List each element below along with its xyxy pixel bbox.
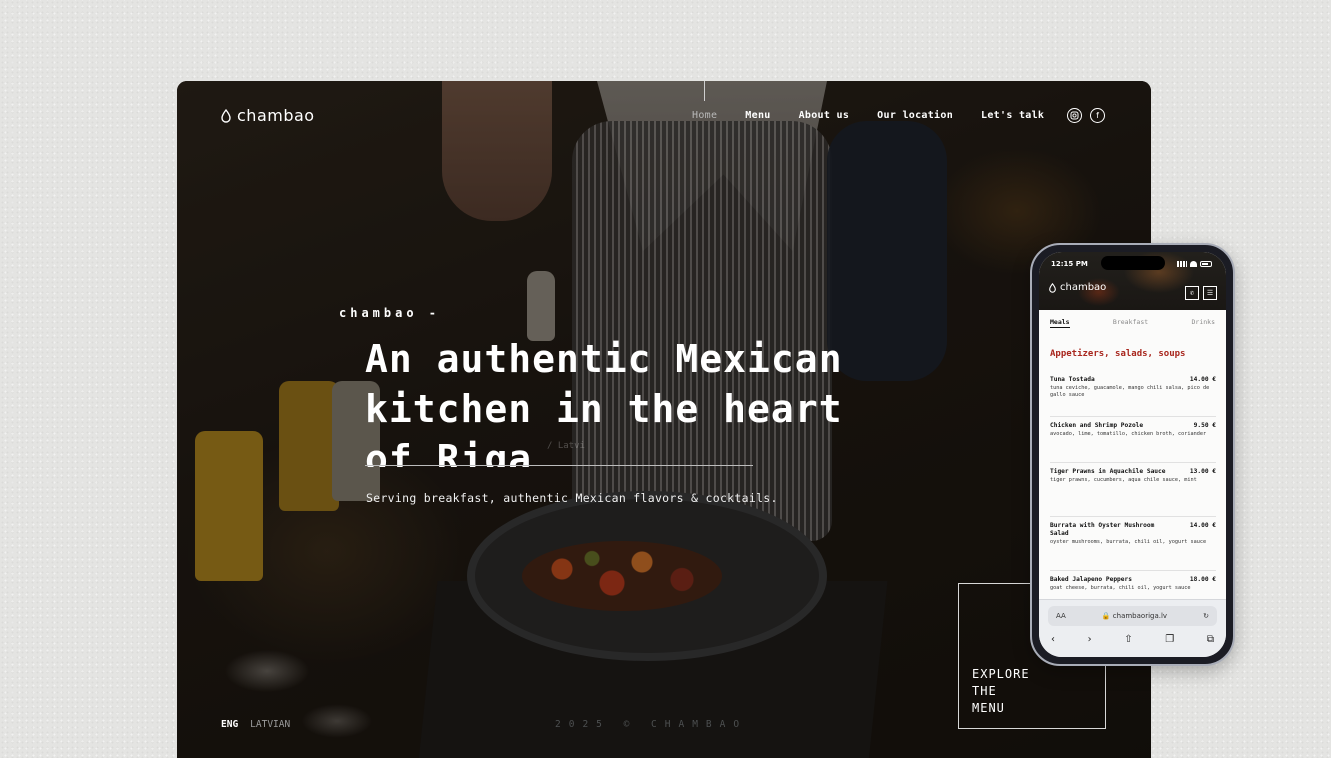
copyright: 2025 © CHAMBAO xyxy=(555,719,748,730)
phone-logo[interactable]: chambao xyxy=(1049,282,1106,293)
item-description: avocado, lime, tomatillo, chicken broth,… xyxy=(1050,431,1207,437)
url-display: 🔒 chambaoriga.lv xyxy=(1101,612,1168,620)
hero-eyebrow: chambao - xyxy=(339,306,441,320)
nav-divider xyxy=(704,81,705,101)
forward-icon[interactable]: › xyxy=(1088,634,1092,645)
item-description: oyster mushrooms, burrata, chili oil, yo… xyxy=(1050,539,1207,545)
social-links: f xyxy=(1067,108,1105,123)
drop-icon xyxy=(1049,282,1056,293)
menu-item[interactable]: Tiger Prawns in Aquachile Sauce 13.00 € t… xyxy=(1050,468,1216,517)
phone-screen: 12:15 PM chambao ✆ ☰ Meals Breakfast Dri… xyxy=(1039,252,1226,657)
hero-headline: An authentic Mexican kitchen in the hear… xyxy=(365,337,843,467)
phone-status-bar: 12:15 PM xyxy=(1039,252,1226,274)
desktop-website: chambao Home Menu About us Our location … xyxy=(177,81,1151,758)
bookmarks-icon[interactable]: ❐ xyxy=(1165,634,1174,645)
item-price: 14.00 € xyxy=(1189,522,1216,529)
phone-logo-text: chambao xyxy=(1060,282,1107,293)
battery-icon xyxy=(1200,261,1212,267)
item-name: Tiger Prawns in Aquachile Sauce xyxy=(1050,468,1166,475)
item-description: tuna ceviche, guacamole, mango chili sal… xyxy=(1050,385,1210,398)
drop-icon xyxy=(221,108,231,123)
address-bar[interactable]: AA 🔒 chambaoriga.lv ↻ xyxy=(1048,606,1217,626)
hamburger-menu-icon[interactable]: ☰ xyxy=(1203,286,1217,300)
headline-underline xyxy=(365,465,753,466)
tab-breakfast[interactable]: Breakfast xyxy=(1113,318,1148,328)
menu-list: Tuna Tostada 14.00 € tuna ceviche, guacam… xyxy=(1050,376,1216,601)
main-nav: Home Menu About us Our location Let's ta… xyxy=(692,110,1072,121)
explore-line-1: EXPLORE xyxy=(972,667,1030,681)
hero-subtitle: Serving breakfast, authentic Mexican fla… xyxy=(366,491,778,505)
nav-home[interactable]: Home xyxy=(692,110,717,121)
safari-nav-bar: ‹ › ⇧ ❐ ⧉ xyxy=(1051,634,1214,645)
menu-item[interactable]: Tuna Tostada 14.00 € tuna ceviche, guacam… xyxy=(1050,376,1216,417)
reload-icon[interactable]: ↻ xyxy=(1203,612,1209,620)
instagram-icon[interactable] xyxy=(1067,108,1082,123)
safari-toolbar: AA 🔒 chambaoriga.lv ↻ ‹ › ⇧ ❐ ⧉ xyxy=(1039,599,1226,657)
status-time: 12:15 PM xyxy=(1051,260,1088,268)
menu-section-title: Appetizers, salads, soups xyxy=(1050,349,1186,359)
item-name: Tuna Tostada xyxy=(1050,376,1095,383)
language-switcher: ENG LATVIAN xyxy=(221,719,290,730)
nav-about-us[interactable]: About us xyxy=(799,110,850,121)
tab-drinks[interactable]: Drinks xyxy=(1192,318,1215,328)
nav-lets-talk[interactable]: Let's talk xyxy=(981,110,1044,121)
nav-our-location[interactable]: Our location xyxy=(877,110,953,121)
item-price: 18.00 € xyxy=(1189,576,1216,583)
ghost-location-text: / Latvi xyxy=(547,441,585,451)
text-size-button[interactable]: AA xyxy=(1056,612,1066,620)
explore-line-2: THE xyxy=(972,684,997,698)
menu-item[interactable]: Chicken and Shrimp Pozole 9.50 € avocado,… xyxy=(1050,422,1216,463)
menu-item[interactable]: Burrata with Oyster Mushroom Salad 14.00 … xyxy=(1050,522,1216,571)
back-icon[interactable]: ‹ xyxy=(1051,634,1055,645)
menu-item[interactable]: Baked Jalapeno Peppers 18.00 € goat chees… xyxy=(1050,576,1216,596)
mobile-phone-mockup: 12:15 PM chambao ✆ ☰ Meals Breakfast Dri… xyxy=(1030,243,1235,666)
explore-line-3: MENU xyxy=(972,701,1005,715)
logo-text: chambao xyxy=(237,106,315,125)
share-icon[interactable]: ⇧ xyxy=(1124,634,1132,645)
facebook-icon[interactable]: f xyxy=(1090,108,1105,123)
lang-latvian[interactable]: LATVIAN xyxy=(250,719,290,730)
status-icons xyxy=(1177,261,1212,267)
lang-eng[interactable]: ENG xyxy=(221,719,238,730)
menu-tabs: Meals Breakfast Drinks xyxy=(1039,318,1226,328)
item-description: goat cheese, burrata, chili oil, yogurt … xyxy=(1050,585,1191,591)
tabs-icon[interactable]: ⧉ xyxy=(1207,634,1214,645)
wifi-icon xyxy=(1190,261,1197,267)
item-name: Chicken and Shrimp Pozole xyxy=(1050,422,1144,429)
phone-call-icon[interactable]: ✆ xyxy=(1185,286,1199,300)
signal-icon xyxy=(1177,261,1187,267)
item-description: tiger prawns, cucumbers, aqua chile sauc… xyxy=(1050,477,1197,483)
item-name: Baked Jalapeno Peppers xyxy=(1050,576,1132,583)
item-price: 13.00 € xyxy=(1189,468,1216,475)
tab-meals[interactable]: Meals xyxy=(1050,318,1070,328)
nav-menu[interactable]: Menu xyxy=(745,110,770,121)
item-name: Burrata with Oyster Mushroom Salad xyxy=(1050,522,1155,537)
item-price: 9.50 € xyxy=(1193,422,1216,429)
site-logo[interactable]: chambao xyxy=(221,106,315,125)
item-price: 14.00 € xyxy=(1189,376,1216,383)
